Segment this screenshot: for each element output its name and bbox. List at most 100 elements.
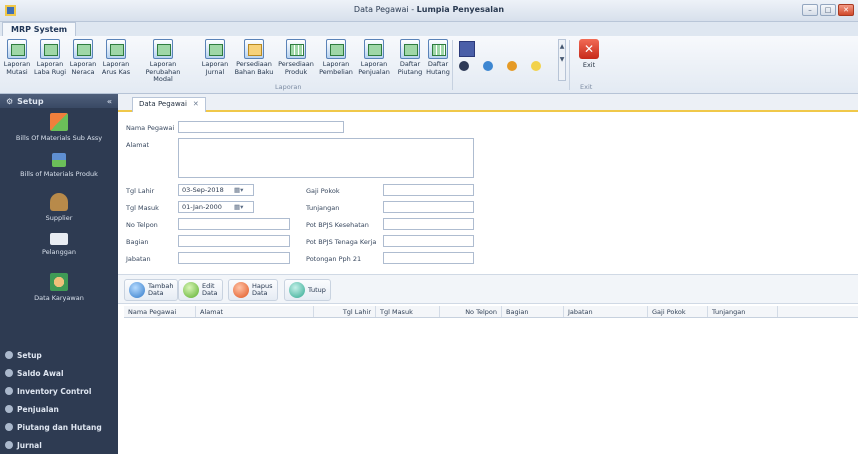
report-icon — [40, 39, 60, 59]
pot-bpjs-kesehatan-label: Pot BPJS Kesehatan — [306, 221, 369, 229]
gallery-scroll[interactable]: ▲ ▼ — [558, 39, 566, 81]
ribbon: Laporan Mutasi Laporan Laba Rugi Laporan Ne… — [0, 36, 858, 94]
exit-button[interactable]: ✕ Exit — [575, 39, 603, 69]
sidebar-item-data-karyawan[interactable]: Data Karyawan — [0, 268, 118, 308]
sales-icon — [5, 405, 13, 413]
employee-grid[interactable]: Nama Pegawai Alamat Tgl Lahir Tgl Masuk … — [118, 306, 858, 454]
column-header[interactable]: Tgl Lahir — [314, 306, 376, 317]
bagian-label: Bagian — [126, 238, 149, 246]
column-header[interactable]: Tgl Masuk — [376, 306, 440, 317]
nama-pegawai-input[interactable] — [178, 121, 344, 133]
setup-icon — [5, 351, 13, 359]
ribbon-tab-row: MRP System — [0, 22, 858, 36]
theme-orange-icon[interactable] — [507, 61, 517, 71]
collapse-chevron-icon[interactable]: « — [107, 97, 112, 106]
persediaan-produk-button[interactable]: Persediaan Produk — [276, 39, 316, 76]
report-icon — [153, 39, 173, 59]
setup-icon: ⚙ — [6, 96, 14, 106]
employee-form: Nama Pegawai Alamat Tgl Lahir ▦▾ Tgl Mas… — [118, 114, 858, 284]
check-icon — [183, 282, 199, 298]
theme-sun-icon[interactable] — [531, 61, 541, 71]
laporan-neraca-button[interactable]: Laporan Neraca — [66, 39, 100, 76]
sidebar-item-pelanggan[interactable]: Pelanggan — [0, 228, 118, 268]
pot-bpjs-tenaga-kerja-input[interactable] — [383, 235, 474, 247]
column-header[interactable]: Tunjangan — [708, 306, 778, 317]
laporan-mutasi-button[interactable]: Laporan Mutasi — [0, 39, 34, 76]
laporan-penjualan-button[interactable]: Laporan Penjualan — [354, 39, 394, 76]
tunjangan-input[interactable] — [383, 201, 474, 213]
document-tabs: Data Pegawai ✕ — [118, 94, 858, 112]
alamat-input[interactable] — [178, 138, 474, 178]
tab-close-icon[interactable]: ✕ — [193, 100, 199, 110]
laporan-perubahan-modal-button[interactable]: Laporan Perubahan Modal — [140, 39, 186, 84]
ribbon-separator — [569, 40, 570, 90]
laporan-laba-rugi-button[interactable]: Laporan Laba Rugi — [33, 39, 67, 76]
sidebar-header-title: Setup — [17, 96, 44, 106]
nav-group-penjualan[interactable]: Penjualan — [0, 400, 118, 418]
pot-bpjs-kesehatan-input[interactable] — [383, 218, 474, 230]
maximize-button[interactable]: □ — [820, 4, 836, 16]
window-title-prefix: Data Pegawai - — [353, 5, 417, 14]
persediaan-bahan-baku-button[interactable]: Persediaan Bahan Baku — [234, 39, 274, 76]
theme-swatch-selected[interactable] — [459, 41, 475, 57]
theme-gallery[interactable] — [455, 39, 565, 85]
scroll-down-icon[interactable]: ▼ — [560, 56, 565, 63]
minimize-button[interactable]: – — [802, 4, 818, 16]
calendar-dropdown-icon[interactable]: ▦▾ — [234, 203, 252, 213]
tgl-masuk-label: Tgl Masuk — [126, 204, 159, 212]
nav-group-inventory-control[interactable]: Inventory Control — [0, 382, 118, 400]
theme-blue-icon[interactable] — [483, 61, 493, 71]
daftar-hutang-button[interactable]: Daftar Hutang — [421, 39, 455, 76]
sidebar-item-bom-sub-assy[interactable]: Bills Of Materials Sub Assy — [0, 108, 118, 148]
edit-data-button[interactable]: Edit Data — [178, 279, 223, 301]
sidebar-item-bom-produk[interactable]: Bills of Materials Produk — [0, 148, 118, 188]
hapus-data-button[interactable]: Hapus Data — [228, 279, 278, 301]
laporan-arus-kas-button[interactable]: Laporan Arus Kas — [99, 39, 133, 76]
laporan-pembelian-button[interactable]: Laporan Pembelian — [317, 39, 355, 76]
column-header[interactable]: No Telpon — [440, 306, 502, 317]
column-header[interactable]: Nama Pegawai — [124, 306, 196, 317]
nav-group-jurnal[interactable]: Jurnal — [0, 436, 118, 454]
laporan-jurnal-button[interactable]: Laporan Jurnal — [198, 39, 232, 76]
tab-data-pegawai[interactable]: Data Pegawai ✕ — [132, 97, 206, 112]
no-telpon-input[interactable] — [178, 218, 290, 230]
report-icon — [7, 39, 27, 59]
column-header[interactable]: Gaji Pokok — [648, 306, 708, 317]
exit-icon: ✕ — [579, 39, 599, 59]
no-telpon-label: No Telpon — [126, 221, 158, 229]
column-header[interactable]: Bagian — [502, 306, 564, 317]
calendar-dropdown-icon[interactable]: ▦▾ — [234, 186, 252, 196]
sidebar-header[interactable]: ⚙ Setup « — [0, 94, 118, 108]
column-header[interactable]: Alamat — [196, 306, 314, 317]
ribbon-separator — [452, 40, 453, 90]
tutup-button[interactable]: Tutup — [284, 279, 331, 301]
nav-group-saldo-awal[interactable]: Saldo Awal — [0, 364, 118, 382]
scroll-up-icon[interactable]: ▲ — [560, 43, 565, 50]
data-toolbar: Tambah Data Edit Data Hapus Data Tutup — [118, 274, 858, 304]
window-title-company: Lumpia Penyesalan — [416, 5, 505, 14]
potongan-pph21-input[interactable] — [383, 252, 474, 264]
payables-icon — [428, 39, 448, 59]
column-header[interactable]: Jabatan — [564, 306, 648, 317]
ribbon-tab-mrp-system[interactable]: MRP System — [2, 22, 77, 36]
jabatan-input[interactable] — [178, 252, 290, 264]
bagian-input[interactable] — [178, 235, 290, 247]
sidebar-item-supplier[interactable]: Supplier — [0, 188, 118, 228]
window-controls: – □ ✕ — [802, 4, 854, 16]
bom-produk-icon — [52, 153, 66, 167]
inventory-icon — [5, 387, 13, 395]
theme-dark-icon[interactable] — [459, 61, 469, 71]
journal-icon — [205, 39, 225, 59]
potongan-pph21-label: Potongan Pph 21 — [306, 255, 362, 263]
ribbon-group-label-exit: Exit — [580, 83, 593, 91]
tgl-lahir-label: Tgl Lahir — [126, 187, 155, 195]
gaji-pokok-input[interactable] — [383, 184, 474, 196]
journal-icon — [5, 441, 13, 449]
jabatan-label: Jabatan — [126, 255, 151, 263]
purchase-report-icon — [326, 39, 346, 59]
nav-group-setup[interactable]: Setup — [0, 346, 118, 364]
nama-pegawai-label: Nama Pegawai — [126, 124, 175, 132]
nav-group-piutang-hutang[interactable]: Piutang dan Hutang — [0, 418, 118, 436]
close-button[interactable]: ✕ — [838, 4, 854, 16]
tambah-data-button[interactable]: Tambah Data — [124, 279, 179, 301]
